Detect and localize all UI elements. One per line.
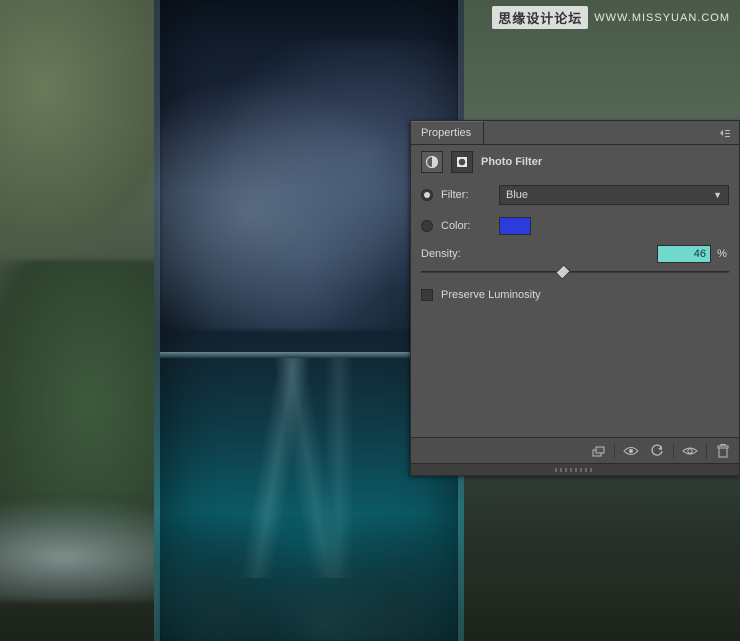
density-input[interactable] bbox=[657, 245, 711, 263]
watermark-text: 思缘设计论坛 bbox=[492, 6, 588, 29]
filter-label: Filter: bbox=[441, 189, 491, 201]
preserve-luminosity-checkbox[interactable] bbox=[421, 289, 433, 301]
view-previous-state-icon[interactable] bbox=[619, 442, 643, 460]
color-radio[interactable] bbox=[421, 220, 433, 232]
preserve-luminosity-label: Preserve Luminosity bbox=[441, 289, 541, 301]
chevron-down-icon: ▼ bbox=[713, 190, 722, 200]
density-row: Density: % bbox=[411, 241, 739, 283]
mask-icon[interactable] bbox=[451, 151, 473, 173]
panel-resize-handle[interactable] bbox=[411, 463, 739, 475]
preserve-row: Preserve Luminosity bbox=[411, 283, 739, 307]
properties-panel: Properties Photo Filter Filter: Blue ▼ bbox=[410, 120, 740, 476]
filter-radio[interactable] bbox=[421, 189, 433, 201]
adjustment-icon[interactable] bbox=[421, 151, 443, 173]
adjustment-title: Photo Filter bbox=[481, 156, 542, 168]
filter-select[interactable]: Blue ▼ bbox=[499, 185, 729, 205]
color-label: Color: bbox=[441, 220, 491, 232]
color-swatch[interactable] bbox=[499, 217, 531, 235]
photoshop-canvas: 思缘设计论坛 WWW.MISSYUAN.COM Properties Photo… bbox=[0, 0, 740, 641]
color-option-row: Color: bbox=[411, 211, 739, 241]
panel-tabbar: Properties bbox=[411, 121, 739, 145]
density-unit: % bbox=[715, 248, 729, 260]
panel-menu-icon[interactable] bbox=[719, 128, 739, 138]
clip-to-layer-icon[interactable] bbox=[586, 442, 610, 460]
panel-footer bbox=[411, 437, 739, 463]
bottle-coral bbox=[160, 511, 458, 641]
visibility-icon[interactable] bbox=[678, 442, 702, 460]
filter-option-row: Filter: Blue ▼ bbox=[411, 179, 739, 211]
properties-tab[interactable]: Properties bbox=[411, 121, 484, 144]
slider-thumb[interactable] bbox=[555, 264, 571, 280]
watermark: 思缘设计论坛 WWW.MISSYUAN.COM bbox=[492, 6, 730, 29]
reset-icon[interactable] bbox=[645, 442, 669, 460]
density-slider[interactable] bbox=[421, 265, 729, 279]
density-label: Density: bbox=[421, 248, 461, 260]
watermark-url: WWW.MISSYUAN.COM bbox=[594, 12, 730, 24]
filter-select-value: Blue bbox=[506, 189, 528, 201]
adjustment-type-row: Photo Filter bbox=[411, 145, 739, 179]
trash-icon[interactable] bbox=[711, 442, 735, 460]
